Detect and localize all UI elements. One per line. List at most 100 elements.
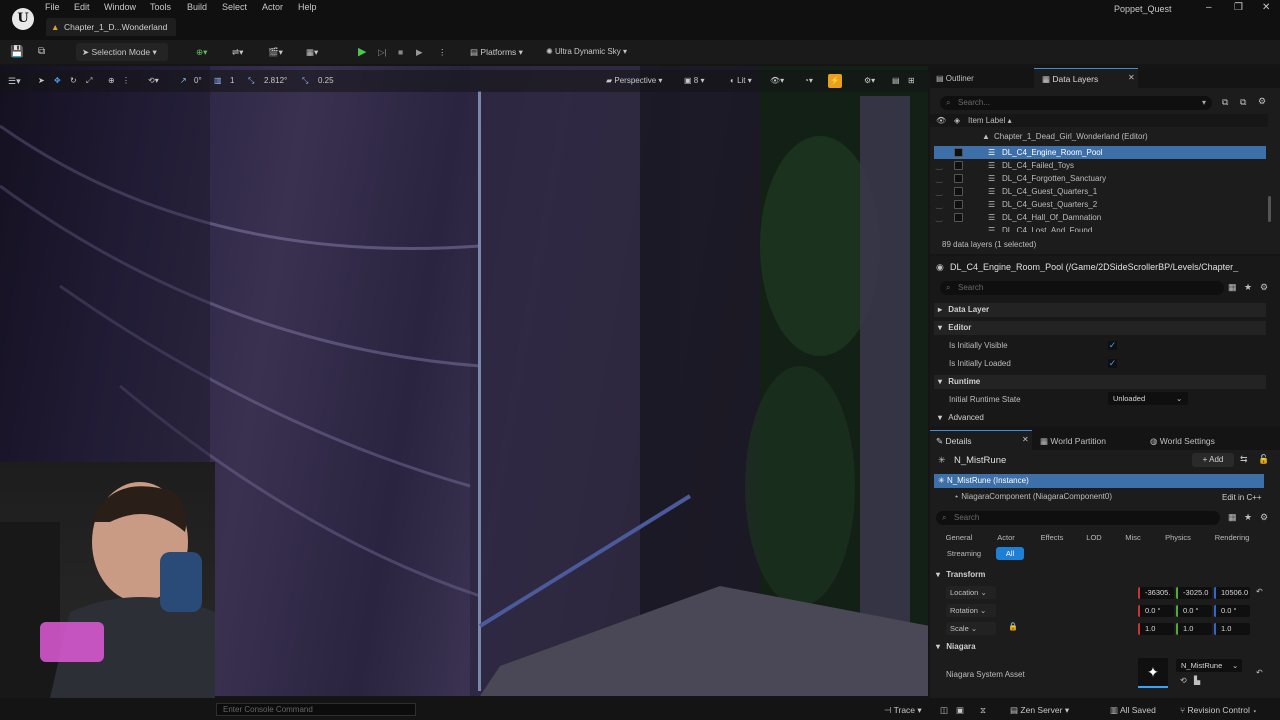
- menu-tools[interactable]: Tools: [150, 2, 171, 12]
- console-input[interactable]: Enter Console Command: [216, 703, 416, 716]
- favorite-icon[interactable]: ★: [1244, 512, 1252, 523]
- world-settings-tab[interactable]: ◍ World Settings: [1150, 436, 1215, 447]
- more-options-icon[interactable]: ⋮: [438, 44, 447, 60]
- runtime-state-dropdown[interactable]: Unloaded ⌄: [1108, 392, 1188, 405]
- world-local-icon[interactable]: ⊕: [108, 74, 115, 88]
- niagara-thumbnail-icon[interactable]: ✦: [1138, 658, 1168, 688]
- all-saved-button[interactable]: ▥ All Saved: [1110, 705, 1156, 716]
- visibility-icon[interactable]: ‿: [936, 185, 942, 198]
- find-in-browser-icon[interactable]: ▙: [1194, 676, 1200, 685]
- list-item[interactable]: ‿ ☰ DL_C4_Guest_Quarters_2: [934, 198, 1266, 211]
- stop-icon[interactable]: ■: [398, 44, 403, 60]
- edit-in-cpp-link[interactable]: Edit in C++: [1222, 491, 1262, 504]
- location-z-field[interactable]: 10506.0: [1214, 587, 1250, 599]
- settings-icon[interactable]: ⚙: [1260, 282, 1268, 293]
- data-layers-search[interactable]: ⌕ Search... ▾: [940, 96, 1212, 110]
- root-row[interactable]: ▲ Chapter_1_Dead_Girl_Wonderland (Editor…: [930, 130, 1268, 143]
- layout-icon[interactable]: ▤: [892, 74, 900, 88]
- favorite-icon[interactable]: ★: [1244, 282, 1252, 293]
- list-item[interactable]: ☰ DL_C4_Engine_Room_Pool: [934, 146, 1266, 159]
- maximize-viewport-icon[interactable]: ⊞: [908, 74, 915, 88]
- platforms-button[interactable]: ▤ Platforms ▾: [470, 44, 523, 60]
- trace-button[interactable]: ⊣ Trace ▾: [884, 705, 922, 716]
- close-tab-icon[interactable]: ✕: [1128, 73, 1135, 82]
- record-icon[interactable]: ▣: [956, 705, 964, 716]
- scale-y-field[interactable]: 1.0: [1176, 623, 1212, 635]
- scale-x-field[interactable]: 1.0: [1138, 623, 1174, 635]
- menu-help[interactable]: Help: [298, 2, 317, 12]
- details-search[interactable]: ⌕ Search: [940, 281, 1224, 295]
- scale-z-field[interactable]: 1.0: [1214, 623, 1250, 635]
- fov-button[interactable]: ▣ 8 ▾: [684, 74, 704, 88]
- camera-icon[interactable]: ◫: [940, 705, 948, 716]
- ultra-dynamic-sky-button[interactable]: ✺ Ultra Dynamic Sky ▾: [546, 44, 627, 60]
- visibility-checkbox[interactable]: [954, 161, 963, 170]
- cinematics-icon[interactable]: 🎬▾: [268, 44, 283, 60]
- lit-button[interactable]: ◐ Lit ▾: [730, 74, 752, 88]
- outliner-tab[interactable]: ▤ Outliner: [936, 74, 974, 83]
- scale-snap-value[interactable]: 2.812°: [264, 74, 287, 88]
- list-item[interactable]: ‿ ☰ DL_C4_Hall_Of_Damnation: [934, 211, 1266, 224]
- rotation-dropdown[interactable]: Rotation ⌄: [946, 604, 996, 617]
- visibility-icon[interactable]: ‿: [936, 172, 942, 185]
- browse-icon[interactable]: ⟲: [1180, 676, 1187, 685]
- unreal-logo-icon[interactable]: U: [12, 8, 34, 30]
- rotation-snap-value[interactable]: 0°: [194, 74, 202, 88]
- realtime-icon[interactable]: ⚡: [828, 74, 842, 88]
- filter-all[interactable]: All: [996, 547, 1024, 560]
- grid-snap-icon[interactable]: ▥: [214, 74, 222, 88]
- filter-streaming[interactable]: Streaming: [936, 547, 992, 560]
- zen-server-button[interactable]: ▤ Zen Server ▾: [1010, 705, 1069, 716]
- section-runtime[interactable]: ▾ Runtime: [934, 375, 1266, 389]
- add-data-layer-icon[interactable]: ⧉: [1222, 97, 1228, 108]
- section-advanced[interactable]: ▾ Advanced: [934, 411, 1266, 425]
- instance-row[interactable]: ✳ N_MistRune (Instance): [934, 474, 1264, 488]
- menu-select[interactable]: Select: [222, 2, 247, 12]
- filter-general[interactable]: General: [936, 531, 982, 544]
- settings-icon[interactable]: ⚙: [1258, 96, 1266, 107]
- mode-icon[interactable]: ▦▾: [306, 44, 318, 60]
- rotation-z-field[interactable]: 0.0 °: [1214, 605, 1250, 617]
- reset-icon[interactable]: ↶: [1256, 668, 1263, 677]
- play-icon[interactable]: ▶: [358, 44, 366, 60]
- step-icon[interactable]: ▷|: [378, 44, 387, 60]
- camera-speed-icon[interactable]: ⤡: [302, 74, 308, 88]
- filter-actor[interactable]: Actor: [986, 531, 1026, 544]
- section-transform[interactable]: ▾ Transform: [930, 568, 1264, 582]
- visibility-checkbox[interactable]: [954, 148, 963, 157]
- settings-icon[interactable]: ⚙: [1260, 512, 1268, 523]
- details-search[interactable]: ⌕ Search: [936, 511, 1220, 525]
- insights-icon[interactable]: ⧖: [980, 705, 986, 716]
- blueprint-icon[interactable]: ⇆: [1240, 454, 1248, 465]
- close-tab-icon[interactable]: ✕: [1022, 435, 1029, 444]
- lock-icon[interactable]: 🔓: [1258, 454, 1269, 465]
- show-flags-icon[interactable]: 👁▾: [770, 74, 784, 88]
- list-scrollbar[interactable]: [1268, 196, 1271, 222]
- visibility-icon[interactable]: ‿: [936, 198, 942, 211]
- rotate-tool-icon[interactable]: ↻: [70, 74, 77, 88]
- menu-window[interactable]: Window: [104, 2, 136, 12]
- filter-lod[interactable]: LOD: [1078, 531, 1110, 544]
- save-icon[interactable]: 💾: [10, 44, 24, 60]
- surface-snap-icon[interactable]: ⟲▾: [148, 74, 159, 88]
- reset-icon[interactable]: ↶: [1256, 587, 1263, 596]
- search-dropdown-icon[interactable]: ▾: [1202, 96, 1206, 110]
- list-item[interactable]: ‿ ☰ DL_C4_Forgotten_Sanctuary: [934, 172, 1266, 185]
- filter-physics[interactable]: Physics: [1156, 531, 1200, 544]
- list-item[interactable]: ‿ ☰ DL_C4_Guest_Quarters_1: [934, 185, 1266, 198]
- level-tab[interactable]: ▲ Chapter_1_D...Wonderland: [46, 18, 176, 36]
- niagara-asset-dropdown[interactable]: N_MistRune ⌄: [1176, 659, 1242, 672]
- list-item[interactable]: ☰ DL_C4_Lost_And_Found: [934, 224, 1266, 232]
- viewport-menu-icon[interactable]: ☰▾: [8, 74, 21, 88]
- visibility-checkbox[interactable]: [954, 174, 963, 183]
- filter-misc[interactable]: Misc: [1116, 531, 1150, 544]
- close-icon[interactable]: ✕: [1262, 2, 1270, 13]
- rotation-x-field[interactable]: 0.0 °: [1138, 605, 1174, 617]
- menu-actor[interactable]: Actor: [262, 2, 283, 12]
- is-initially-visible-checkbox[interactable]: ✓: [1108, 341, 1117, 350]
- visibility-checkbox[interactable]: [954, 213, 963, 222]
- rotation-y-field[interactable]: 0.0 °: [1176, 605, 1212, 617]
- launch-icon[interactable]: ▶︎: [416, 44, 423, 60]
- visibility-icon[interactable]: ‿: [936, 159, 942, 172]
- translate-tool-icon[interactable]: ✥: [54, 74, 61, 88]
